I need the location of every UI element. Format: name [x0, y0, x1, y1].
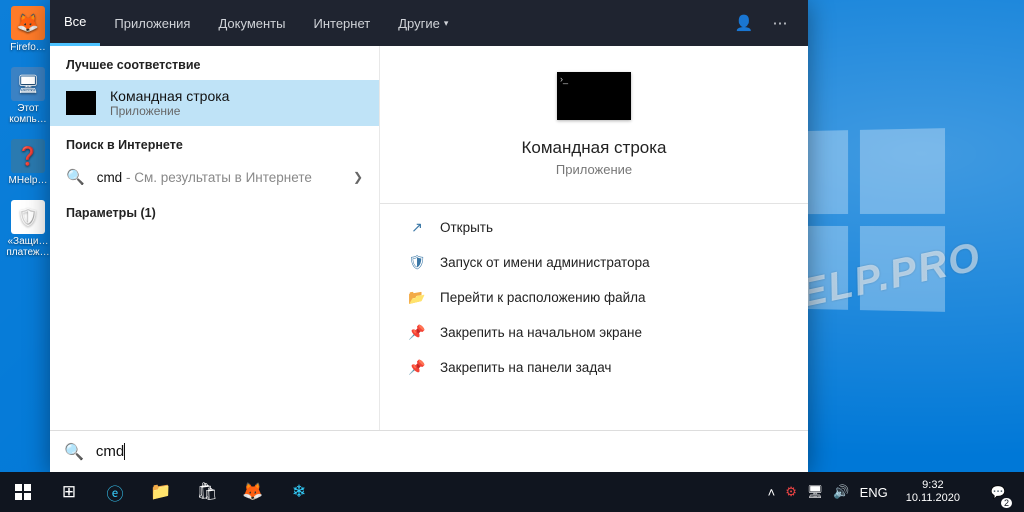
tab-web[interactable]: Интернет	[299, 0, 384, 46]
desktop-icons: 🦊Firefo… 🖥Этот компь… ❓MHelp… 🛡«Защи… пл…	[6, 6, 54, 272]
tab-more[interactable]: Другие▾	[384, 0, 462, 46]
shield-icon: 🛡	[408, 254, 426, 271]
results-list: Лучшее соответствие Командная строка При…	[50, 46, 380, 430]
cmd-icon	[66, 91, 96, 115]
start-button[interactable]	[0, 472, 46, 512]
search-tabs: Все Приложения Документы Интернет Другие…	[50, 0, 808, 46]
preview-title: Командная строка	[404, 138, 784, 158]
search-icon: 🔍	[66, 168, 85, 186]
action-open[interactable]: ↗Открыть	[404, 210, 784, 245]
tab-docs[interactable]: Документы	[204, 0, 299, 46]
taskbar-app-store[interactable]: 🛍	[184, 472, 230, 512]
preview-app-icon	[557, 72, 631, 120]
section-best-match: Лучшее соответствие	[50, 46, 379, 80]
chevron-down-icon: ▾	[444, 18, 449, 29]
feedback-icon[interactable]: 👤	[726, 14, 762, 32]
pin-icon: 📌	[408, 324, 426, 341]
section-web: Поиск в Интернете	[50, 126, 379, 160]
desktop-icon[interactable]: 🦊Firefo…	[6, 6, 50, 53]
more-icon[interactable]: ⋯	[762, 14, 798, 32]
search-box[interactable]: 🔍 cmd	[50, 430, 808, 472]
taskbar-app-explorer[interactable]: 📁	[138, 472, 184, 512]
desktop-icon[interactable]: ❓MHelp…	[6, 139, 50, 186]
preview-subtitle: Приложение	[404, 162, 784, 177]
chevron-right-icon: ❯	[353, 170, 363, 184]
action-pin-taskbar[interactable]: 📌Закрепить на панели задач	[404, 350, 784, 385]
search-icon: 🔍	[64, 442, 84, 462]
result-preview: Командная строка Приложение ↗Открыть 🛡За…	[380, 46, 808, 430]
open-icon: ↗	[408, 219, 426, 236]
folder-icon: 📂	[408, 289, 426, 306]
tray-language[interactable]: ENG	[860, 485, 888, 500]
tray-clock[interactable]: 9:3210.11.2020	[898, 479, 968, 505]
pin-icon: 📌	[408, 359, 426, 376]
search-input[interactable]: cmd	[96, 443, 794, 461]
tray-network-icon[interactable]: 🖥	[807, 484, 824, 500]
action-open-location[interactable]: 📂Перейти к расположению файла	[404, 280, 784, 315]
taskbar-app-edge[interactable]: ⓔ	[92, 472, 138, 512]
system-tray: ˄ ⚙ 🖥 🔊 ENG 9:3210.11.2020 💬 2	[768, 472, 1024, 512]
notification-badge: 2	[1001, 498, 1012, 508]
start-search-panel: Все Приложения Документы Интернет Другие…	[50, 0, 808, 472]
notification-icon: 💬	[991, 485, 1006, 499]
desktop-icon[interactable]: 🛡«Защи… платеж…	[6, 200, 50, 258]
result-best-match[interactable]: Командная строка Приложение	[50, 80, 379, 126]
tray-security-icon[interactable]: ⚙	[785, 484, 797, 500]
tray-volume-icon[interactable]: 🔊	[833, 484, 849, 500]
taskbar-app-firefox[interactable]: 🦊	[230, 472, 276, 512]
action-center-button[interactable]: 💬 2	[978, 472, 1018, 512]
tray-chevron-icon[interactable]: ˄	[768, 485, 776, 500]
tab-apps[interactable]: Приложения	[100, 0, 204, 46]
section-settings: Параметры (1)	[50, 194, 379, 228]
tab-all[interactable]: Все	[50, 0, 100, 46]
action-run-admin[interactable]: 🛡Запуск от имени администратора	[404, 245, 784, 280]
action-pin-start[interactable]: 📌Закрепить на начальном экране	[404, 315, 784, 350]
taskbar-app-screenpresso[interactable]: ❄	[276, 472, 322, 512]
divider	[380, 203, 808, 204]
result-web-search[interactable]: 🔍 cmd - См. результаты в Интернете ❯	[50, 160, 379, 194]
taskbar: ⊞ ⓔ 📁 🛍 🦊 ❄ ˄ ⚙ 🖥 🔊 ENG 9:3210.11.2020 💬…	[0, 472, 1024, 512]
desktop-icon[interactable]: 🖥Этот компь…	[6, 67, 50, 125]
task-view-button[interactable]: ⊞	[46, 472, 92, 512]
